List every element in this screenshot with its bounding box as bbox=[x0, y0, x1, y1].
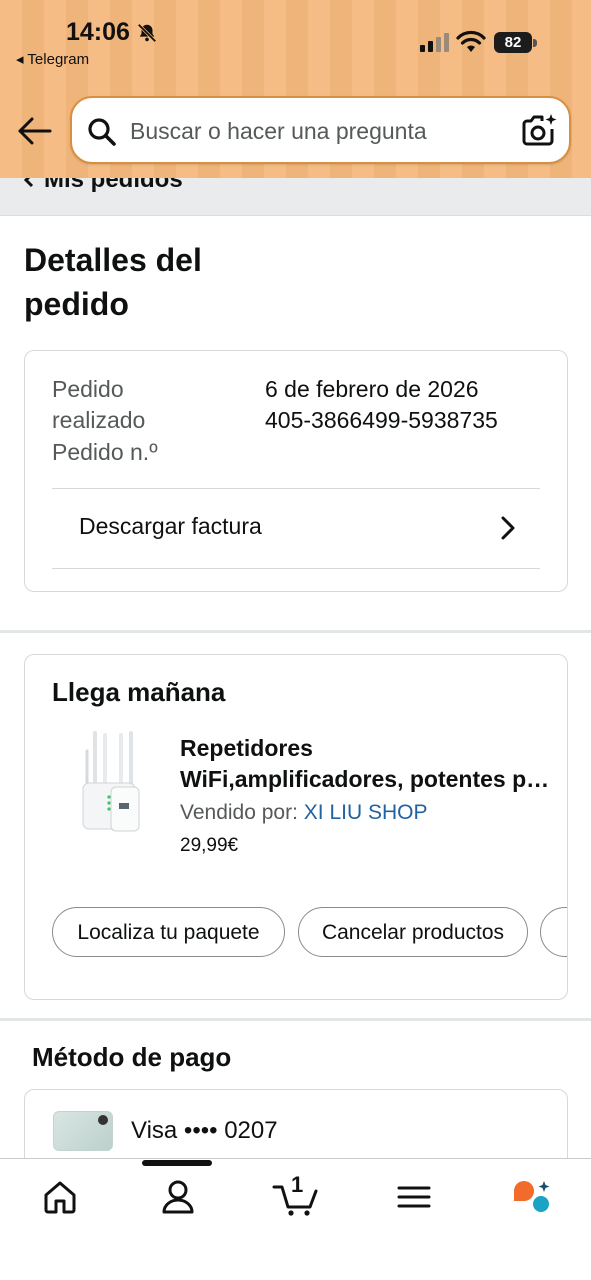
page-title: Detalles del pedido bbox=[24, 242, 202, 322]
product-image[interactable] bbox=[75, 731, 149, 835]
product-title-line2: WiFi,amplificadores, potentes para red W… bbox=[180, 766, 550, 792]
delivery-card: Llega mañana Repetidores WiFi,amplificad… bbox=[24, 654, 568, 1000]
more-actions-button[interactable] bbox=[540, 907, 567, 957]
chevron-left-icon bbox=[23, 178, 34, 188]
order-info-card: Pedido realizado Pedido n.º 6 de febrero… bbox=[24, 350, 568, 592]
download-invoice-row[interactable]: Descargar factura bbox=[52, 489, 540, 569]
search-bar[interactable] bbox=[70, 96, 571, 164]
section-separator bbox=[0, 1018, 591, 1021]
chevron-right-icon bbox=[501, 516, 515, 540]
payment-method-title: Método de pago bbox=[32, 1042, 232, 1072]
search-icon bbox=[88, 118, 116, 146]
back-arrow-icon[interactable] bbox=[16, 114, 54, 148]
divider bbox=[52, 568, 540, 569]
download-invoice-label: Descargar factura bbox=[79, 513, 262, 539]
credit-card-image bbox=[53, 1111, 113, 1151]
order-placed-label-line2: realizado bbox=[52, 407, 146, 433]
sold-by-label: Vendido por: bbox=[180, 801, 304, 824]
payment-card-label: Visa •••• 0207 bbox=[131, 1117, 278, 1144]
active-tab-indicator bbox=[142, 1160, 212, 1166]
section-separator bbox=[0, 630, 591, 633]
home-icon[interactable] bbox=[40, 1177, 80, 1217]
bell-muted-icon bbox=[137, 23, 157, 43]
product-title-line1: Repetidores bbox=[180, 735, 313, 761]
battery-tip bbox=[533, 39, 537, 47]
status-time: 14:06 bbox=[66, 18, 130, 46]
app-header: 14:06 ◂ Telegram 82 bbox=[0, 0, 591, 178]
order-number-value: 405-3866499-5938735 bbox=[265, 407, 498, 433]
product-price: 29,99€ bbox=[180, 835, 239, 856]
track-package-button[interactable]: Localiza tu paquete bbox=[52, 907, 285, 957]
cancel-items-button[interactable]: Cancelar productos bbox=[298, 907, 528, 957]
cart-count-badge: 1 bbox=[291, 1172, 304, 1197]
back-to-telegram-link[interactable]: ◂ Telegram bbox=[16, 50, 89, 68]
product-title-link[interactable]: Repetidores WiFi,amplificadores, potente… bbox=[180, 733, 550, 795]
cell-signal-icon bbox=[420, 33, 449, 52]
seller-link[interactable]: XI LIU SHOP bbox=[304, 801, 428, 824]
delivery-status-title: Llega mañana bbox=[52, 677, 226, 707]
order-number-label: Pedido n.º bbox=[52, 439, 158, 465]
card-logo-dot bbox=[98, 1115, 108, 1125]
search-input[interactable] bbox=[130, 110, 500, 152]
wifi-icon bbox=[456, 30, 486, 52]
menu-icon[interactable] bbox=[394, 1177, 434, 1217]
camera-search-icon[interactable] bbox=[520, 112, 558, 148]
breadcrumb-my-orders[interactable]: Mis pedidos bbox=[44, 178, 183, 194]
battery-indicator: 82 bbox=[494, 32, 538, 53]
order-placed-value: 6 de febrero de 2026 bbox=[265, 376, 479, 402]
account-icon[interactable] bbox=[158, 1177, 198, 1217]
sold-by: Vendido por: XI LIU SHOP bbox=[180, 801, 427, 825]
rufus-assistant-icon[interactable] bbox=[512, 1177, 552, 1217]
battery-level: 82 bbox=[494, 32, 532, 53]
order-placed-label-line1: Pedido bbox=[52, 376, 124, 402]
breadcrumb[interactable]: Mis pedidos bbox=[0, 178, 591, 216]
